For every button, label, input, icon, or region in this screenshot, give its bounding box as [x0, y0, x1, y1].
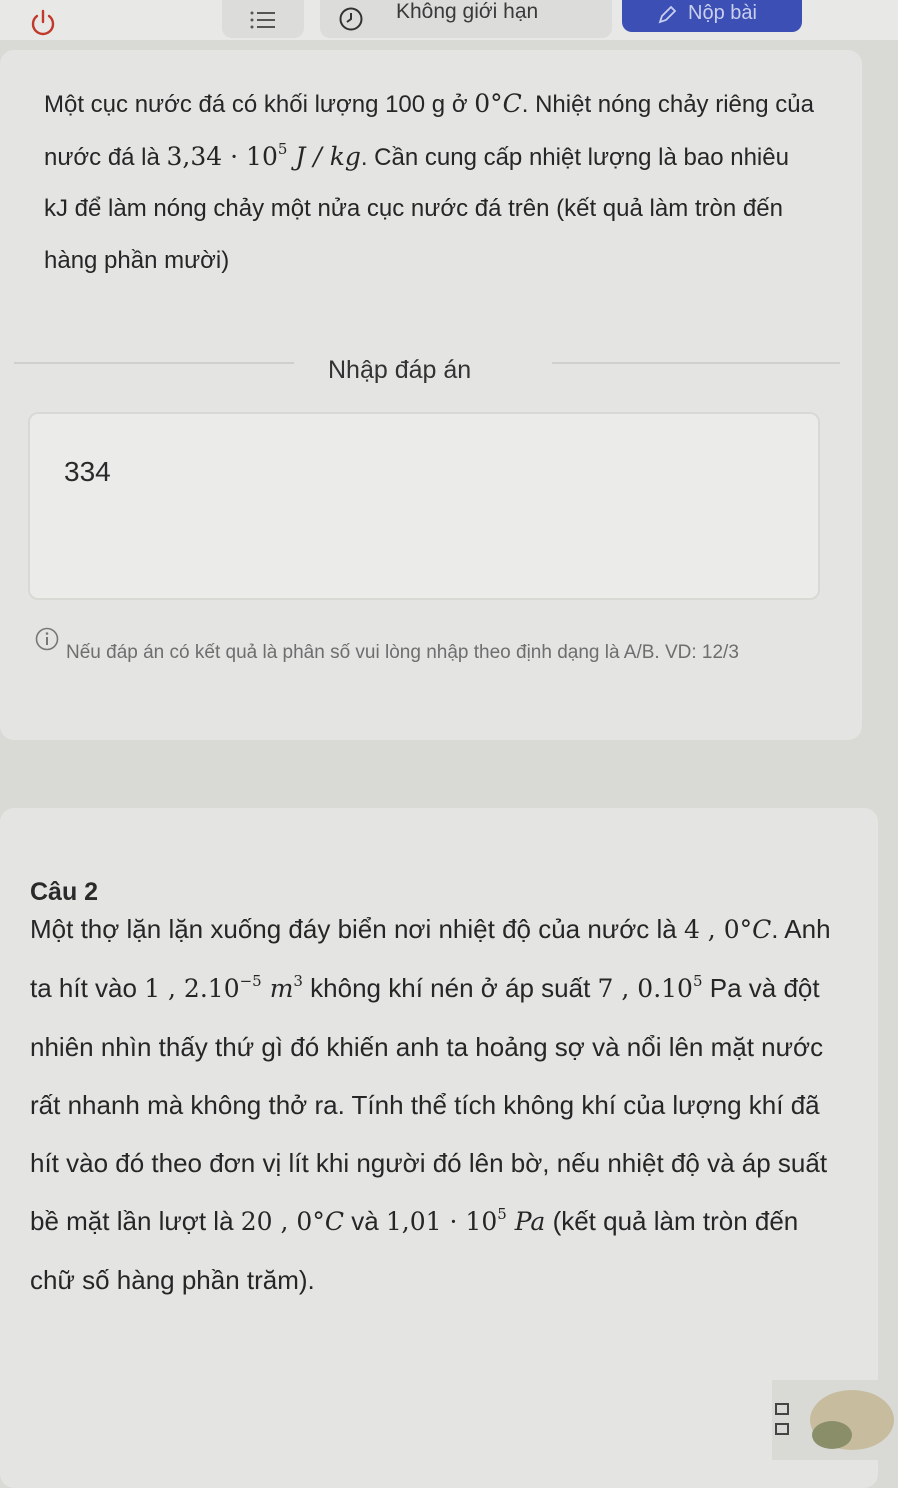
- submit-label: Nộp bài: [688, 2, 757, 24]
- top-toolbar: Không giới hạn Nộp bài: [0, 0, 898, 40]
- list-icon: [250, 11, 275, 29]
- timer-display: Không giới hạn: [320, 0, 612, 38]
- answer-input-value: 334: [64, 456, 111, 487]
- pencil-icon: [658, 5, 677, 24]
- question-1-text: Một cục nước đá có khối lượng 100 g ở 0°…: [44, 89, 814, 274]
- background-photo-fragment: [772, 1380, 898, 1460]
- answer-input[interactable]: 334: [28, 412, 820, 600]
- power-icon[interactable]: [28, 8, 58, 38]
- timer-text: Không giới hạn: [396, 0, 539, 23]
- divider: [14, 362, 294, 364]
- submit-button[interactable]: Nộp bài: [622, 0, 802, 32]
- clock-icon: [339, 7, 363, 31]
- question-list-button[interactable]: [222, 0, 304, 38]
- answer-label: Nhập đáp án: [328, 356, 472, 384]
- question-2-text: Một thợ lặn lặn xuống đáy biển nơi nhiệt…: [30, 914, 831, 1295]
- fraction-hint: Nếu đáp án có kết quả là phân số vui lòn…: [66, 642, 739, 663]
- divider: [552, 362, 840, 364]
